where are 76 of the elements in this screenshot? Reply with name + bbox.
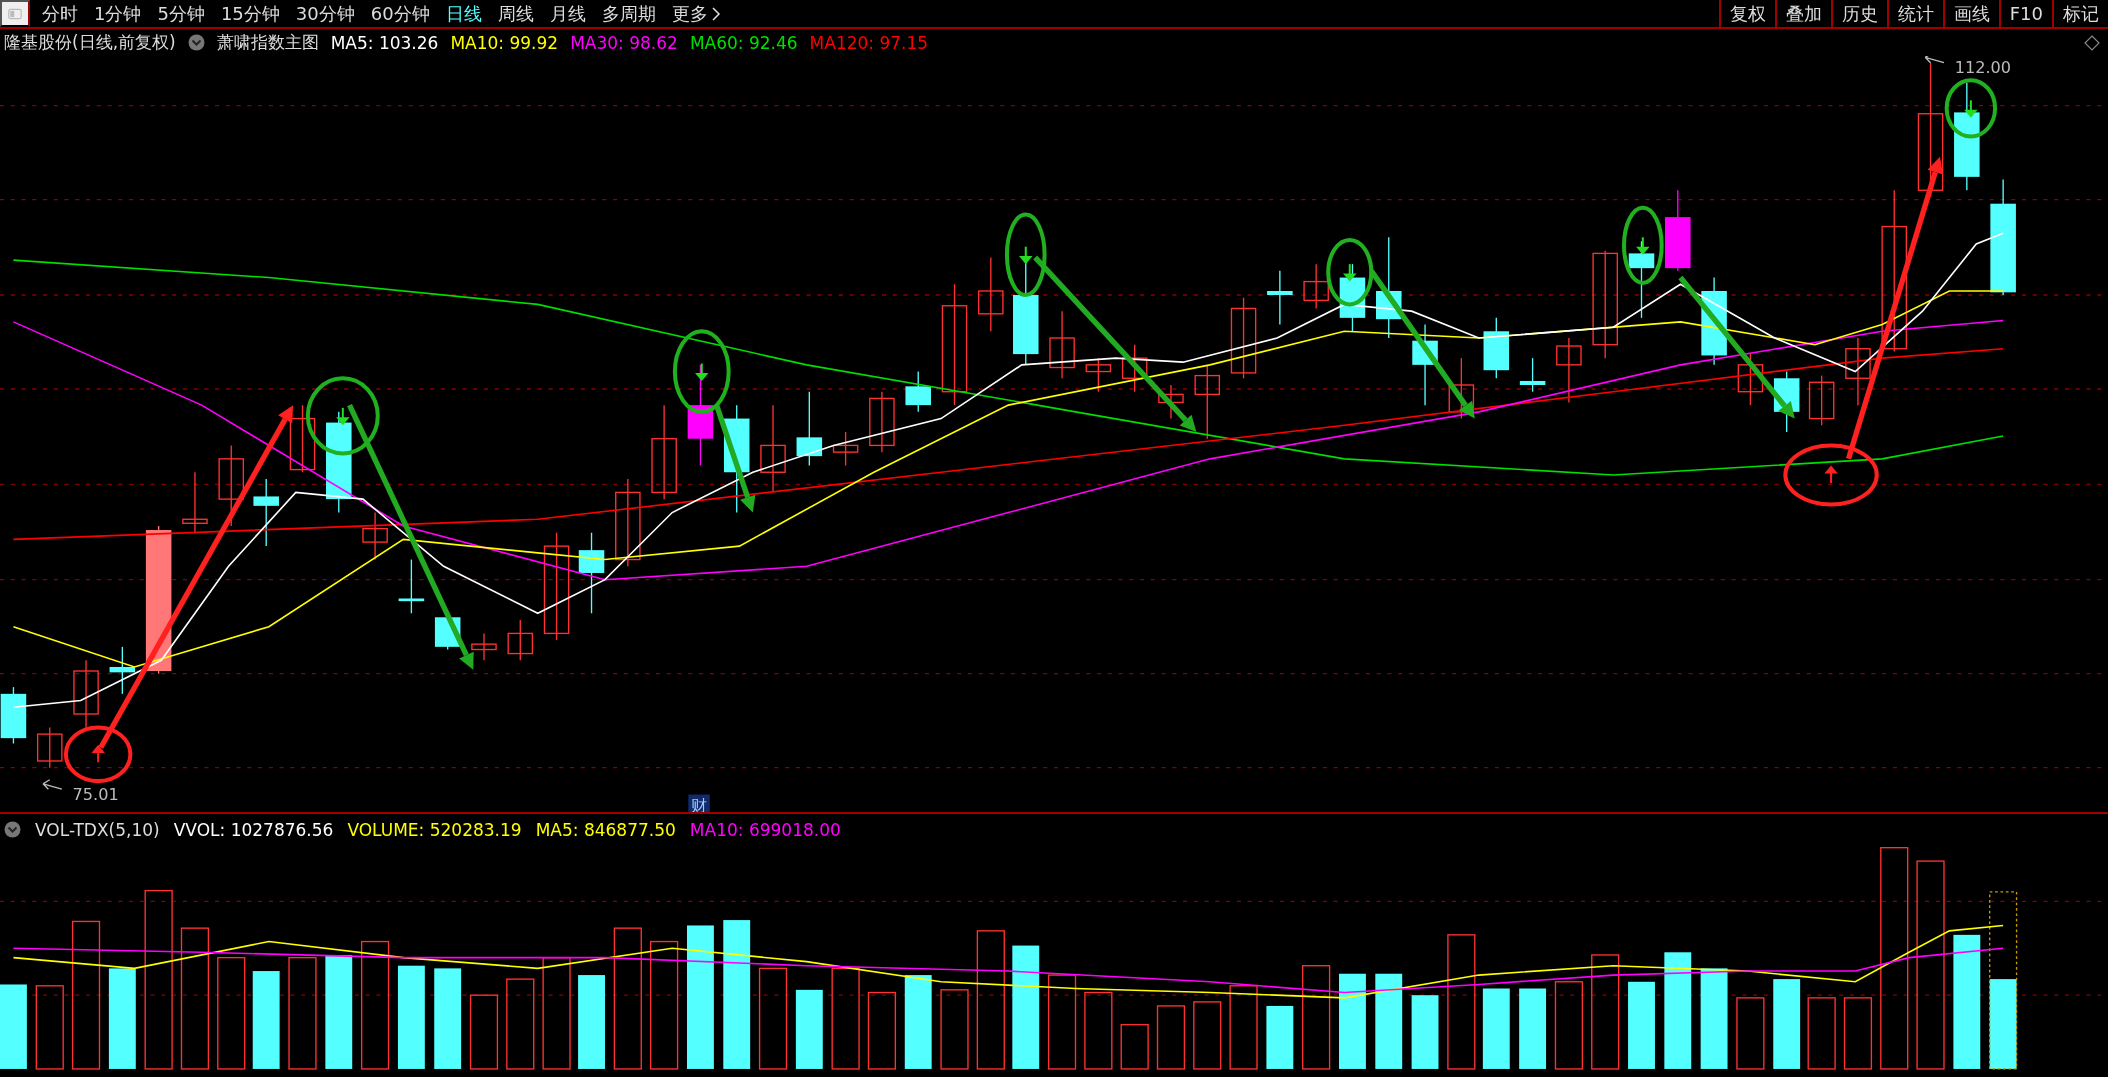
candlestick — [1519, 357, 1546, 393]
candlestick — [1267, 270, 1293, 326]
period-tab[interactable]: 周线 — [489, 0, 542, 27]
toolbar-button[interactable]: 复权 — [1718, 0, 1775, 27]
ma-reading: MA30: 98.62 — [570, 32, 678, 53]
period-tab[interactable]: 15分钟 — [212, 0, 288, 27]
low-price-label: 75.01 — [72, 784, 119, 804]
candlestick — [1339, 263, 1366, 332]
chevron-right-icon — [711, 6, 721, 21]
ma-reading: MA10: 99.92 — [450, 32, 559, 53]
finance-marker[interactable]: 财 — [688, 794, 710, 812]
dropdown-icon[interactable] — [187, 34, 205, 51]
period-tab[interactable]: 月线 — [541, 0, 594, 27]
toolbar-button[interactable]: 叠加 — [1774, 0, 1831, 27]
candlestick — [1808, 374, 1835, 426]
candlestick — [1303, 263, 1329, 310]
candlestick — [1121, 344, 1148, 393]
indicator-name: VOL-TDX(5,10) — [35, 819, 160, 840]
period-tab[interactable]: 30分钟 — [287, 0, 363, 27]
candlestick — [869, 391, 895, 453]
stock-title: 隆基股份(日线,前复权) — [4, 31, 176, 54]
pointer-arrow-icon — [42, 779, 63, 790]
volume-reading: MA10: 699018.00 — [689, 819, 841, 840]
volume-reading: MA5: 846877.50 — [535, 819, 676, 840]
period-tab[interactable]: 多周期 — [593, 0, 664, 27]
ma-reading: MA120: 97.15 — [809, 32, 929, 53]
toolbar-button[interactable]: F10 — [1998, 0, 2052, 27]
candlestick — [1845, 337, 1871, 406]
candlestick — [0, 686, 27, 745]
panel-toggle-button[interactable] — [0, 0, 30, 27]
candlestick — [109, 646, 136, 695]
volume-bar — [1193, 1001, 1222, 1070]
toolbar-button[interactable]: 标记 — [2052, 0, 2108, 27]
volume-bar — [1266, 1005, 1294, 1069]
pointer-arrow-icon — [1924, 56, 1945, 64]
volume-reading: VOLUME: 520283.19 — [347, 819, 522, 840]
sell-signal-marker — [1944, 78, 1998, 139]
volume-bar — [1120, 1024, 1149, 1070]
candlestick — [905, 370, 931, 413]
candlestick — [36, 726, 63, 769]
indicator-name: 萧啸指数主图 — [216, 31, 319, 54]
candlestick — [1049, 310, 1075, 379]
candlestick — [1556, 337, 1582, 404]
toolbar-button[interactable]: 历史 — [1830, 0, 1887, 27]
diamond-icon[interactable] — [2084, 35, 2100, 51]
more-button[interactable]: 更多 — [663, 0, 729, 27]
sidebar-panel-icon — [8, 6, 22, 21]
candlestick — [362, 511, 388, 561]
candlestick — [1448, 357, 1475, 420]
sell-signal-marker — [1326, 237, 1374, 307]
period-tab[interactable]: 分时 — [34, 0, 86, 27]
volume-bar — [1156, 1005, 1186, 1070]
candlestick — [507, 619, 534, 661]
candlestick — [289, 404, 316, 473]
ma-reading: MA60: 92.46 — [689, 32, 798, 53]
period-tab[interactable]: 日线 — [437, 0, 490, 27]
period-tab[interactable]: 1分钟 — [86, 0, 150, 27]
dropdown-icon[interactable] — [4, 821, 21, 838]
volume-reading: VVOL: 1027876.56 — [173, 819, 334, 840]
candlestick — [73, 659, 99, 729]
candlestick — [1737, 353, 1764, 406]
period-tab[interactable]: 5分钟 — [149, 0, 213, 27]
candlestick — [471, 632, 497, 661]
candlestick — [1085, 357, 1112, 393]
buy-signal-marker — [63, 725, 133, 784]
toolbar-button[interactable]: 统计 — [1886, 0, 1943, 27]
candlestick — [398, 558, 425, 614]
candlestick — [1158, 384, 1184, 420]
period-tab[interactable]: 60分钟 — [362, 0, 438, 27]
ma-reading: MA5: 103.26 — [330, 32, 439, 53]
toolbar-button[interactable]: 画线 — [1942, 0, 1999, 27]
candlestick — [182, 471, 208, 534]
candlestick — [253, 478, 279, 547]
high-price-label: 112.00 — [1954, 58, 2012, 78]
candlestick — [832, 431, 859, 467]
candlestick — [1483, 317, 1510, 379]
